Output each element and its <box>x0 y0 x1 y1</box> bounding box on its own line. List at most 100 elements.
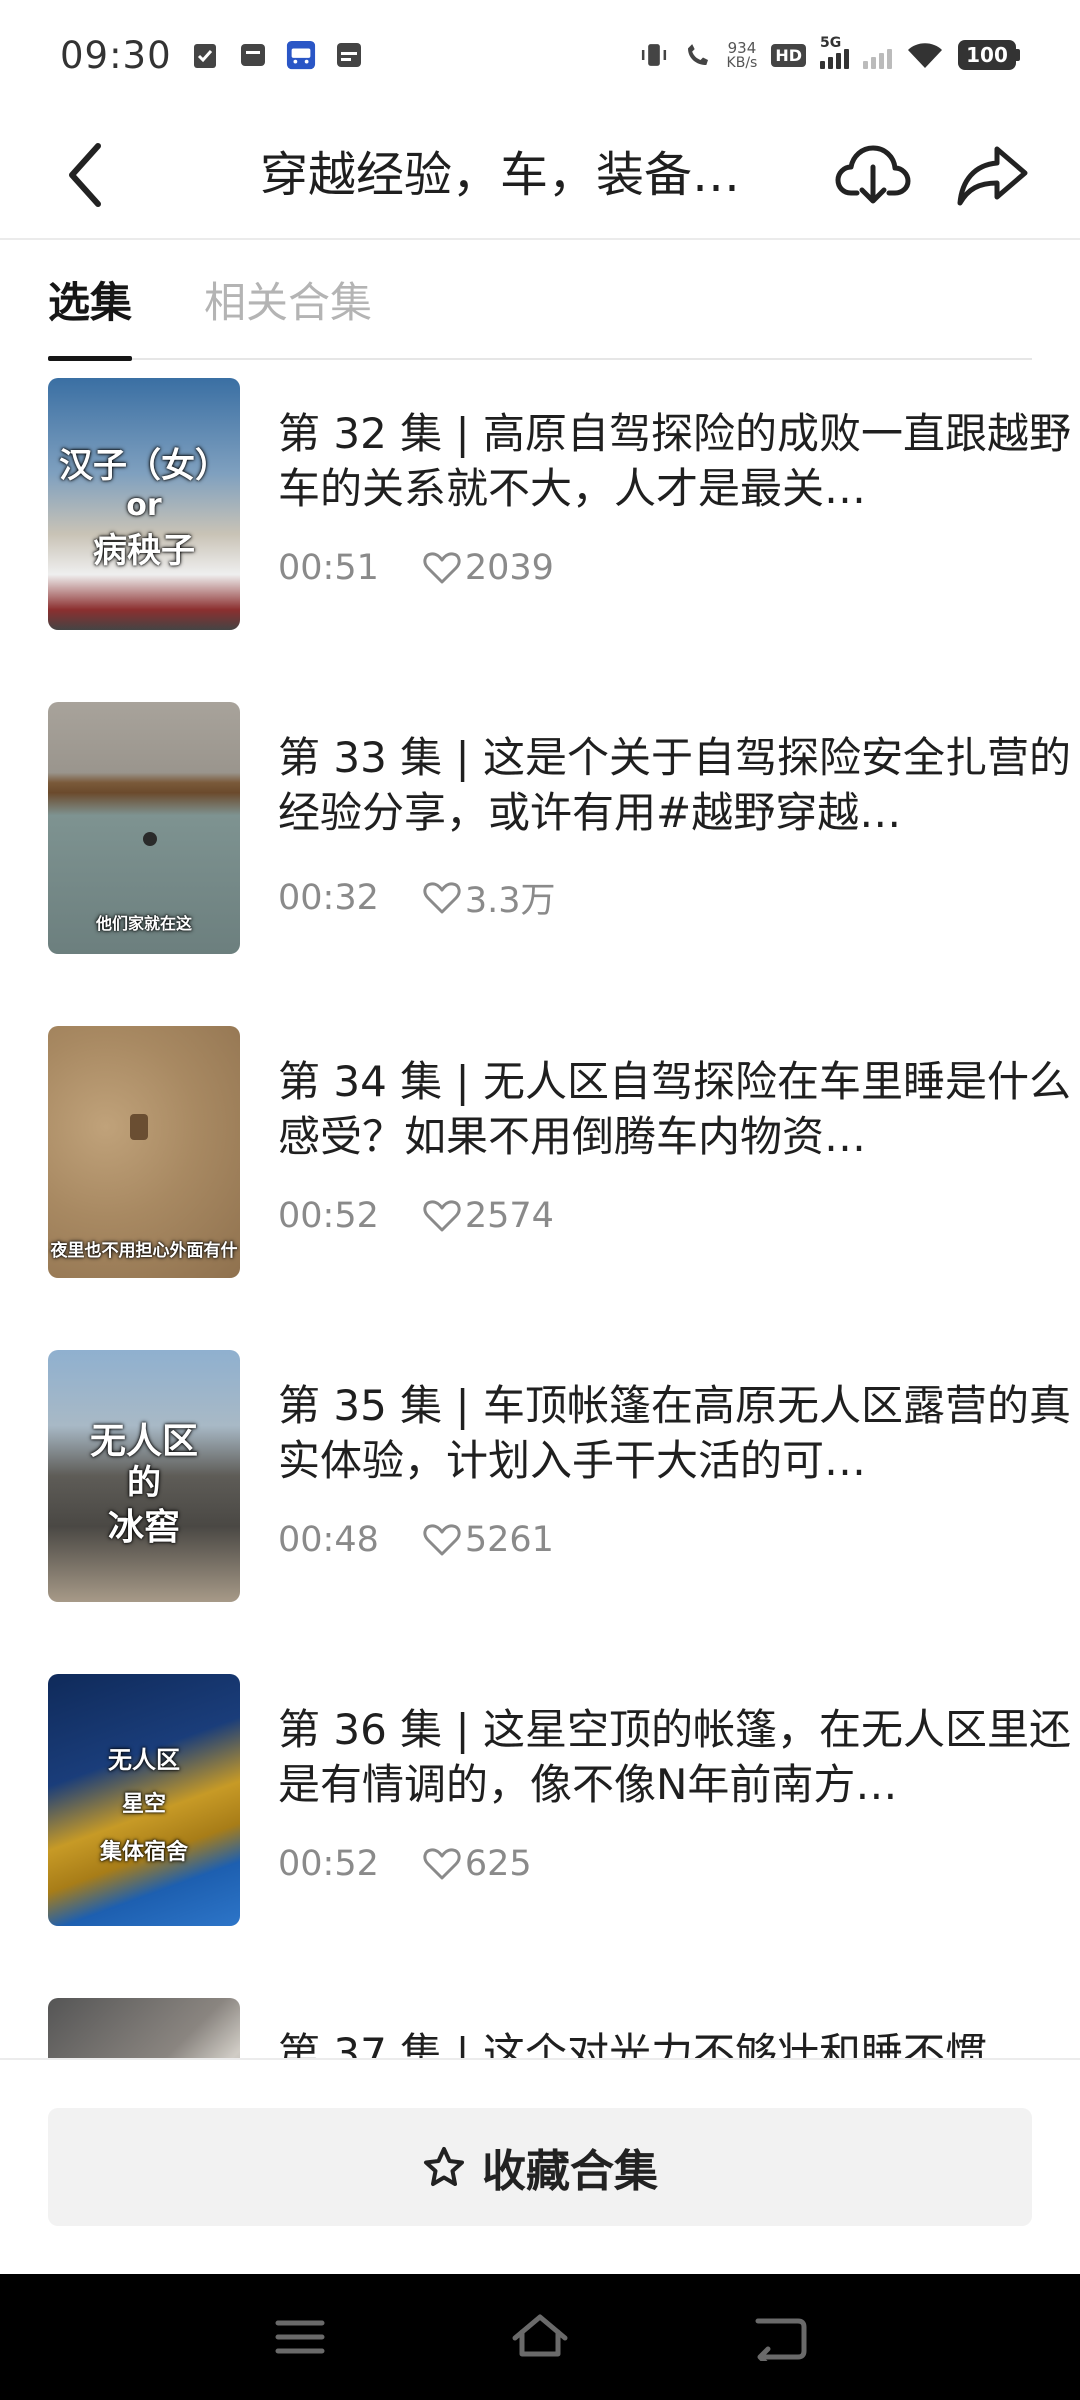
star-outline-icon <box>424 2147 464 2186</box>
signal-5g-icon: 5G <box>820 35 849 69</box>
episode-duration: 00:52 <box>278 1196 379 1236</box>
tab-related-collections[interactable]: 相关合集 <box>204 239 372 359</box>
episode-info: 第 37 集 | 这个对光力不够壮和睡不惯… <box>278 2026 1078 2060</box>
list-item[interactable]: 无人区 星空 集体宿舍 第 36 集 | 这星空顶的帐篷，在无人区里还是有情调的… <box>48 1674 1071 1926</box>
likes-count: 625 <box>464 1844 532 1884</box>
share-button[interactable] <box>950 132 1036 218</box>
episode-info: 第 32 集 | 高原自驾探险的成败一直跟越野车的关系就不大，人才是最关… 00… <box>278 406 1078 588</box>
episode-title: 第 36 集 | 这星空顶的帐篷，在无人区里还是有情调的，像不像N年前南方… <box>278 1705 1071 1809</box>
episode-info: 第 36 集 | 这星空顶的帐篷，在无人区里还是有情调的，像不像N年前南方… 0… <box>278 1702 1078 1884</box>
episode-duration: 00:48 <box>278 1520 379 1560</box>
battery-level: 100 <box>958 40 1016 70</box>
hd-badge: HD <box>771 43 806 67</box>
network-type-label: 5G <box>820 35 842 51</box>
nav-menu-button[interactable] <box>250 2297 350 2377</box>
vibrate-icon <box>639 38 669 72</box>
card-icon <box>334 38 364 72</box>
episode-duration: 00:51 <box>278 548 379 588</box>
share-arrow-icon <box>957 146 1028 206</box>
system-nav-bar <box>0 2274 1080 2400</box>
collect-collection-button[interactable]: 收藏合集 <box>48 2108 1032 2226</box>
status-left: 09:30 <box>60 34 364 77</box>
episode-likes: 2039 <box>423 548 554 588</box>
episode-likes: 5261 <box>423 1520 554 1560</box>
thumbnail-caption: 无人区 <box>108 1746 180 1774</box>
episode-info: 第 35 集 | 车顶帐篷在高原无人区露营的真实体验，计划入手干大活的可… 00… <box>278 1378 1078 1560</box>
status-bar: 09:30 934 KB/s HD 5G 100 <box>0 0 1080 110</box>
episode-info: 第 34 集 | 无人区自驾探险在车里睡是什么感受？如果不用倒腾车内物资… 00… <box>278 1054 1078 1236</box>
network-speed-unit: KB/s <box>726 54 758 71</box>
episode-meta: 00:52 625 <box>278 1844 1078 1884</box>
network-speed: 934 KB/s <box>726 38 758 71</box>
home-icon <box>512 2314 568 2357</box>
episode-thumbnail: 夜里也不用担心外面有什 <box>48 1026 240 1278</box>
thumbnail-caption: 星空 <box>121 1792 166 1817</box>
thumbnail-caption: 的 <box>127 1463 161 1503</box>
episode-likes: 3.3万 <box>423 872 556 923</box>
nav-back-button[interactable] <box>730 2297 830 2377</box>
tab-bar: 选集 相关合集 <box>48 239 1032 361</box>
episode-likes: 625 <box>423 1844 532 1884</box>
episode-info: 第 33 集 | 这是个关于自驾探险安全扎营的经验分享，或许有用#越野穿越… 0… <box>278 730 1078 923</box>
heart-outline-icon <box>423 881 461 913</box>
episode-title: 第 33 集 | 这是个关于自驾探险安全扎营的经验分享，或许有用#越野穿越… <box>278 733 1071 837</box>
heart-outline-icon <box>423 1524 461 1556</box>
episode-title: 第 34 集 | 无人区自驾探险在车里睡是什么感受？如果不用倒腾车内物资… <box>278 1057 1071 1161</box>
episode-meta: 00:32 3.3万 <box>278 872 1078 923</box>
list-item[interactable]: 无人区 的 冰窖 第 35 集 | 车顶帐篷在高原无人区露营的真实体验，计划入手… <box>48 1350 1071 1602</box>
episode-meta: 00:48 5261 <box>278 1520 1078 1560</box>
episode-thumbnail: 无人区 的 冰窖 <box>48 1350 240 1602</box>
likes-count: 2574 <box>464 1196 554 1236</box>
heart-outline-icon <box>423 1200 461 1232</box>
message-icon <box>238 38 268 72</box>
nav-home-button[interactable] <box>490 2297 590 2377</box>
list-item[interactable]: 他们家就在这 第 33 集 | 这是个关于自驾探险安全扎营的经验分享，或许有用#… <box>48 702 1071 954</box>
list-item[interactable]: 第 37 集 | 这个对光力不够壮和睡不惯… <box>48 1998 1032 2060</box>
thumbnail-caption: 汉子（女） <box>59 446 229 486</box>
episode-duration: 00:52 <box>278 1844 379 1884</box>
thumbnail-caption: 他们家就在这 <box>95 914 192 933</box>
network-speed-value: 934 <box>727 38 757 57</box>
list-item[interactable]: 汉子（女） or 病秧子 第 32 集 | 高原自驾探险的成败一直跟越野车的关系… <box>48 378 1071 630</box>
wifi-icon <box>906 38 944 72</box>
wifi-call-icon <box>683 38 713 72</box>
episode-title: 第 35 集 | 车顶帐篷在高原无人区露营的真实体验，计划入手干大活的可… <box>278 1381 1071 1485</box>
episode-duration: 00:32 <box>278 877 379 918</box>
episode-title: 第 37 集 | 这个对光力不够壮和睡不惯… <box>278 2029 1029 2060</box>
back-icon <box>755 2318 807 2361</box>
likes-count: 3.3万 <box>464 881 556 921</box>
thumbnail-caption: 集体宿舍 <box>99 1840 188 1865</box>
bus-app-icon <box>286 38 316 72</box>
clipboard-check-icon <box>190 38 220 72</box>
episode-thumbnail: 无人区 星空 集体宿舍 <box>48 1674 240 1926</box>
battery-icon: 100 <box>958 40 1020 70</box>
episode-thumbnail: 他们家就在这 <box>48 702 240 954</box>
collect-label: 收藏合集 <box>482 2146 658 2197</box>
bottom-action-area: 收藏合集 <box>0 2058 1080 2274</box>
back-button[interactable] <box>40 130 130 220</box>
episode-thumbnail: 汉子（女） or 病秧子 <box>48 378 240 630</box>
status-right: 934 KB/s HD 5G 100 <box>639 35 1020 72</box>
heart-outline-icon <box>423 552 461 584</box>
status-time: 09:30 <box>60 33 172 77</box>
episode-meta: 00:52 2574 <box>278 1196 1078 1236</box>
header: 穿越经验，车，装备… <box>0 110 1080 240</box>
episode-meta: 00:51 2039 <box>278 548 1078 588</box>
thumbnail-caption: 冰窖 <box>107 1507 180 1548</box>
cloud-download-icon <box>835 145 911 204</box>
episode-list[interactable]: 汉子（女） or 病秧子 第 32 集 | 高原自驾探险的成败一直跟越野车的关系… <box>0 360 1080 2060</box>
likes-count: 5261 <box>464 1520 554 1560</box>
thumbnail-caption: 夜里也不用担心外面有什 <box>50 1241 238 1261</box>
download-button[interactable] <box>830 132 916 218</box>
episode-likes: 2574 <box>423 1196 554 1236</box>
episode-title: 第 32 集 | 高原自驾探险的成败一直跟越野车的关系就不大，人才是最关… <box>278 409 1071 513</box>
list-item[interactable]: 夜里也不用担心外面有什 第 34 集 | 无人区自驾探险在车里睡是什么感受？如果… <box>48 1026 1071 1278</box>
chevron-left-icon <box>69 143 101 207</box>
signal-secondary-icon <box>863 41 892 69</box>
tab-episodes[interactable]: 选集 <box>48 239 133 361</box>
page-title: 穿越经验，车，装备… <box>260 147 741 203</box>
menu-icon <box>275 2320 325 2354</box>
thumbnail-caption: or <box>126 488 162 523</box>
thumbnail-caption: 病秧子 <box>93 531 195 571</box>
heart-outline-icon <box>423 1848 461 1880</box>
